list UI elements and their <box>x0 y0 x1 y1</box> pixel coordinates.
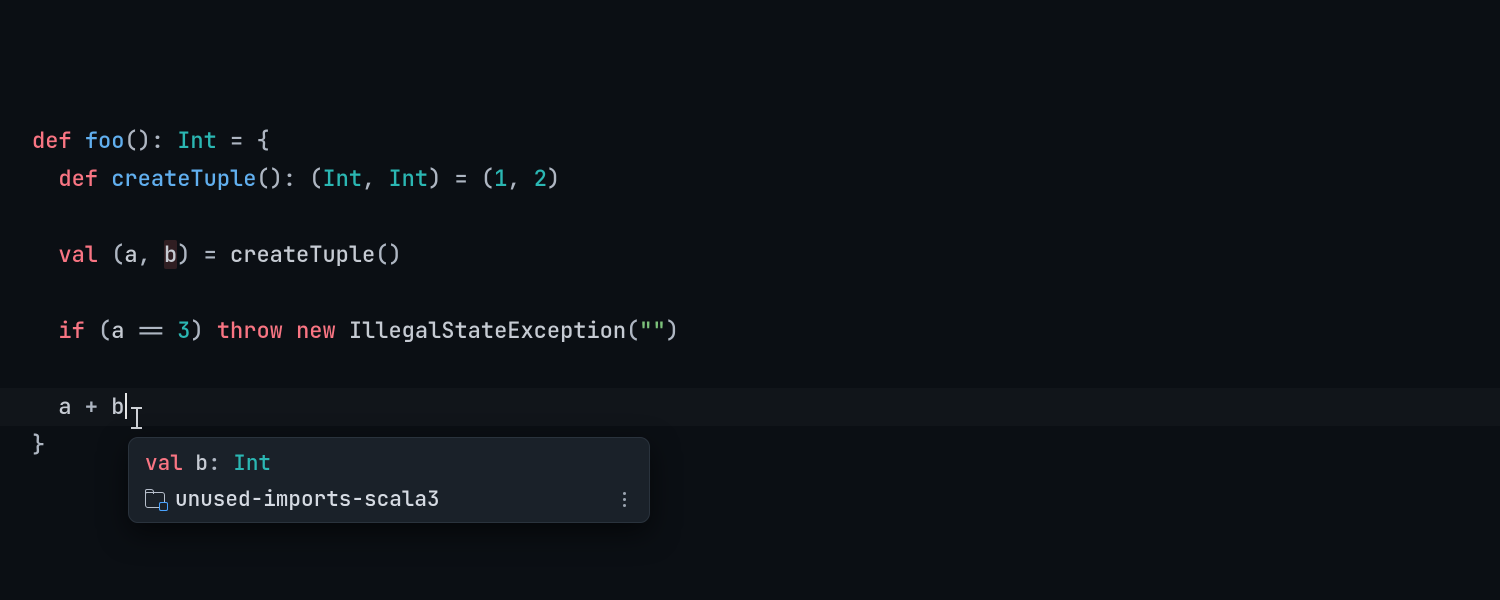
string-literal: "" <box>639 316 665 345</box>
tooltip-type-info: val b: Int <box>129 444 649 481</box>
keyword-def: def <box>58 164 98 193</box>
code-line[interactable] <box>32 274 1500 312</box>
code-line[interactable]: def createTuple(): (Int, Int) = (1, 2) <box>32 160 1500 198</box>
tooltip-source-item[interactable]: unused-imports-scala3 <box>129 481 649 518</box>
function-name: foo <box>85 126 125 155</box>
function-name: createTuple <box>111 164 256 193</box>
type-int: Int <box>177 126 217 155</box>
text-caret <box>125 393 127 419</box>
code-line[interactable]: if (a == 3) throw new IllegalStateExcept… <box>32 312 1500 350</box>
folder-icon <box>145 492 165 508</box>
text-cursor-icon <box>131 407 142 429</box>
vertical-dots-icon[interactable] <box>615 492 633 507</box>
code-line[interactable] <box>32 198 1500 236</box>
keyword-new: new <box>296 316 336 345</box>
code-editor[interactable]: def foo(): Int = { def createTuple(): (I… <box>0 0 1500 600</box>
code-line[interactable]: def foo(): Int = { <box>32 122 1500 160</box>
hover-tooltip[interactable]: val b: Int unused-imports-scala3 <box>128 437 650 523</box>
code-line-current[interactable]: a + b <box>0 388 1500 426</box>
highlighted-variable: b <box>164 240 177 269</box>
keyword-if: if <box>58 316 84 345</box>
keyword-throw: throw <box>217 316 283 345</box>
keyword-val: val <box>58 240 98 269</box>
code-line[interactable]: val (a, b) = createTuple() <box>32 236 1500 274</box>
keyword-def: def <box>32 126 72 155</box>
tooltip-item-label: unused-imports-scala3 <box>175 481 605 518</box>
code-line[interactable] <box>32 350 1500 388</box>
